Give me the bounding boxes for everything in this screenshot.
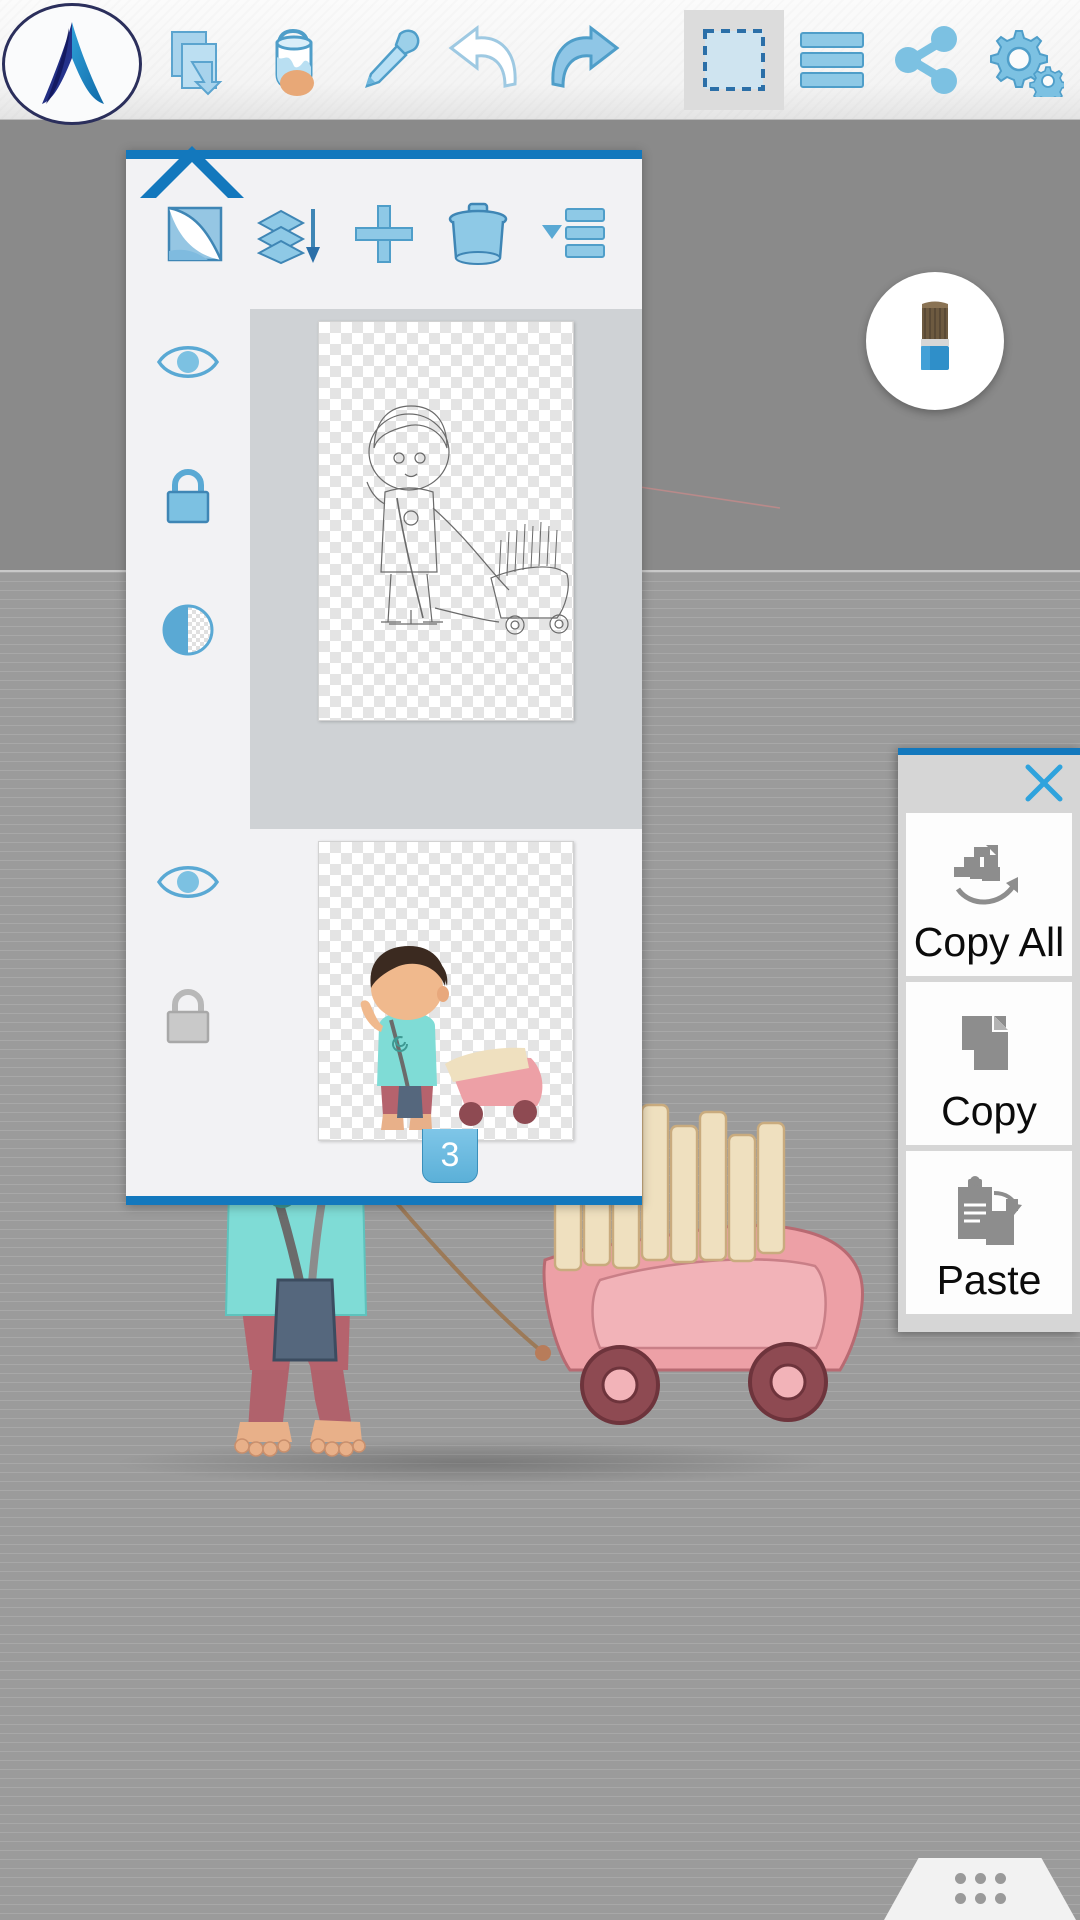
layer-thumbnail-colored-art[interactable] (318, 841, 574, 1141)
handle-dot (954, 1872, 966, 1884)
redo-arrow-icon (551, 24, 620, 88)
context-menu-label: Copy All (913, 919, 1065, 965)
toolbar-left-group (150, 10, 630, 110)
plus-icon (354, 205, 413, 263)
toolbar-button-share[interactable] (880, 10, 976, 110)
gear-settings-icon (990, 30, 1064, 97)
layers-stack-icon (171, 31, 223, 96)
layer-row[interactable] (126, 309, 642, 829)
layer-action-flip[interactable] (155, 191, 235, 277)
handle-dot (974, 1872, 986, 1884)
handle-dot (954, 1892, 966, 1904)
hamburger-menu-icon (800, 32, 864, 88)
eye-icon[interactable] (153, 847, 223, 917)
app-logo-button[interactable] (2, 3, 142, 125)
lock-icon-glyph-off (166, 989, 210, 1044)
lock-icon[interactable] (153, 461, 223, 531)
handle-dot (994, 1892, 1006, 1904)
copy-all-icon (948, 829, 1030, 915)
context-menu-item-copy-all[interactable]: Copy All (906, 813, 1072, 977)
system-nav-handle[interactable] (884, 1858, 1076, 1920)
app-root: 3 Copy All Copy Paste (0, 0, 1080, 1920)
toolbar-button-settings[interactable] (976, 10, 1072, 110)
layer-action-delete[interactable] (438, 191, 518, 277)
layer-list[interactable]: 3 (126, 309, 642, 1196)
paint-bucket-icon (275, 28, 314, 96)
layer-count-badge: 3 (422, 1129, 478, 1183)
toolbar-button-redo[interactable] (534, 10, 630, 110)
undo-arrow-icon (448, 24, 517, 88)
trash-can-icon (449, 202, 508, 265)
eye-icon-glyph (156, 866, 220, 898)
toolbar-button-selection[interactable] (684, 10, 784, 110)
merge-down-icon (256, 209, 320, 265)
layer-thumbnail-cell[interactable] (250, 829, 642, 1169)
opacity-icon-glyph (162, 604, 214, 656)
copy-all-glyph (954, 845, 1018, 905)
context-menu-label: Copy (941, 1088, 1037, 1135)
layer-controls (126, 829, 250, 1169)
top-toolbar (0, 0, 1080, 125)
close-x-glyph (1025, 764, 1063, 802)
toolbar-right-group (684, 10, 1072, 110)
layer-thumbnail-cell[interactable] (250, 309, 642, 829)
toolbar-button-menu[interactable] (784, 10, 880, 110)
toolbar-button-fill[interactable] (246, 10, 342, 110)
close-x-icon[interactable] (1020, 759, 1068, 807)
share-nodes-icon (895, 26, 957, 94)
context-menu-header (898, 755, 1080, 813)
layer-action-add[interactable] (344, 191, 424, 277)
layer-action-options[interactable] (533, 191, 613, 277)
copy-icon (948, 998, 1030, 1084)
lock-icon[interactable] (153, 981, 223, 1051)
colored-artwork (360, 946, 543, 1130)
layers-panel-pointer-fill (152, 162, 232, 202)
eye-icon[interactable] (153, 327, 223, 397)
layer-options-icon (541, 208, 605, 258)
lock-icon-glyph (166, 469, 210, 524)
toolbar-button-eyedropper[interactable] (342, 10, 438, 110)
context-menu-item-paste[interactable]: Paste (906, 1151, 1072, 1315)
paste-icon (948, 1167, 1030, 1253)
clipboard-context-menu: Copy All Copy Paste (898, 748, 1080, 1333)
toolbar-button-layers[interactable] (150, 10, 246, 110)
marquee-selection-icon (703, 29, 765, 91)
layers-panel: 3 (126, 150, 642, 1205)
context-menu-label: Paste (936, 1257, 1042, 1304)
line-art-sketch (366, 405, 569, 635)
toolbar-button-undo[interactable] (438, 10, 534, 110)
layer-row[interactable] (126, 829, 642, 1169)
drag-dots-handle-icon (950, 1868, 1010, 1908)
app-logo-icon (42, 22, 104, 104)
page-curl-icon (167, 206, 223, 262)
layer-controls (126, 309, 250, 829)
eye-icon-glyph (156, 346, 220, 378)
paint-brush-icon (921, 301, 949, 370)
opacity-icon[interactable] (153, 595, 223, 665)
layer-action-merge[interactable] (250, 191, 330, 277)
copy-glyph (962, 1016, 1008, 1071)
brush-tool-button[interactable] (866, 272, 1004, 410)
handle-dot (974, 1892, 986, 1904)
context-menu-item-copy[interactable]: Copy (906, 982, 1072, 1146)
eyedropper-icon (365, 29, 420, 88)
handle-dot (994, 1872, 1006, 1884)
paste-glyph (958, 1176, 1022, 1246)
layer-thumbnail-line-art[interactable] (318, 321, 574, 721)
